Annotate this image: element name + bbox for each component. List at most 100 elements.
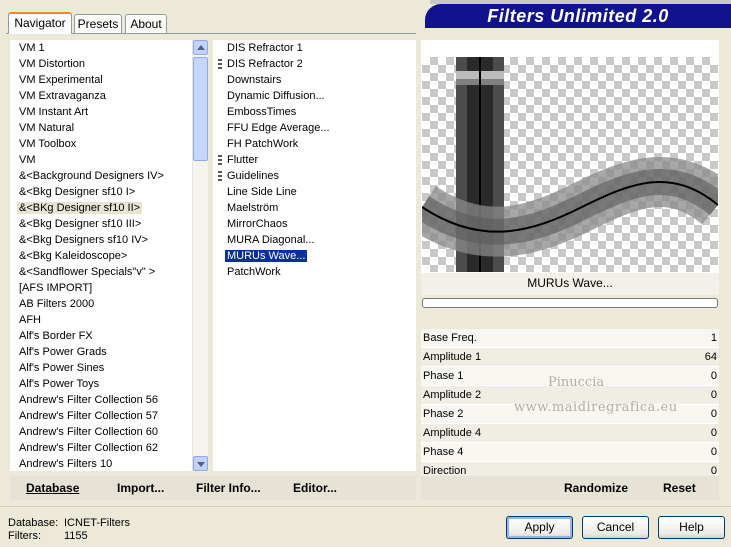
category-label: Alf's Power Toys: [19, 378, 100, 390]
category-item[interactable]: Alf's Power Sines: [17, 360, 166, 376]
category-label: &<Bkg Designer sf10 I>: [19, 186, 136, 198]
parameter-value[interactable]: 0: [711, 424, 717, 442]
category-item[interactable]: Andrew's Filters 10: [17, 456, 166, 472]
category-label: Andrew's Filter Collection 60: [19, 426, 159, 438]
parameter-row[interactable]: Amplitude 1 64: [421, 348, 719, 367]
category-item[interactable]: VM Extravaganza: [17, 88, 166, 104]
filter-label: MURA Diagonal...: [227, 234, 315, 246]
category-item[interactable]: Alf's Border FX: [17, 328, 166, 344]
scroll-up-button[interactable]: [193, 40, 208, 55]
category-item[interactable]: &<Background Designers IV>: [17, 168, 166, 184]
category-item[interactable]: VM Instant Art: [17, 104, 166, 120]
help-button[interactable]: Help: [658, 516, 725, 539]
filter-item[interactable]: MURA Diagonal...: [225, 232, 332, 248]
filter-item[interactable]: DIS Refractor 2: [218, 56, 332, 72]
apply-button[interactable]: Apply: [506, 516, 573, 539]
category-item[interactable]: &<Sandflower Specials"v" >: [17, 264, 166, 280]
category-item[interactable]: VM Experimental: [17, 72, 166, 88]
parameter-value[interactable]: 0: [711, 443, 717, 461]
category-item[interactable]: VM 1: [17, 40, 166, 56]
filter-item[interactable]: FFU Edge Average...: [225, 120, 332, 136]
category-item[interactable]: &<Bkg Designer sf10 I>: [17, 184, 166, 200]
filter-label: Downstairs: [227, 74, 282, 86]
tab-navigator[interactable]: Navigator: [8, 12, 72, 34]
filter-item[interactable]: Dynamic Diffusion...: [225, 88, 332, 104]
filter-label: MirrorChaos: [227, 218, 288, 230]
filters-label: Filters:: [8, 530, 41, 542]
category-item[interactable]: &<Bkg Designers sf10 IV>: [17, 232, 166, 248]
filter-label: Line Side Line: [227, 186, 297, 198]
category-label: VM Natural: [19, 122, 75, 134]
database-label: Database:: [8, 517, 59, 529]
category-item[interactable]: VM Distortion: [17, 56, 166, 72]
parameter-label: Phase 4: [423, 446, 464, 458]
parameter-value[interactable]: 64: [705, 348, 717, 366]
category-label: &<BKg Designer sf10 II>: [17, 202, 143, 214]
filters-count: 1155: [64, 530, 88, 542]
cancel-button[interactable]: Cancel: [582, 516, 649, 539]
filter-item[interactable]: MURUs Wave...: [225, 248, 332, 264]
category-item[interactable]: AB Filters 2000: [17, 296, 166, 312]
category-label: VM Toolbox: [19, 138, 77, 150]
filter-item[interactable]: MirrorChaos: [225, 216, 332, 232]
category-item[interactable]: Andrew's Filter Collection 56: [17, 392, 166, 408]
parameter-value[interactable]: 1: [711, 329, 717, 347]
category-list-panel[interactable]: VM 1 VM Distortion VM Experimental VM Extra…: [10, 40, 208, 471]
parameter-value[interactable]: 0: [711, 386, 717, 404]
category-label: [AFS IMPORT]: [19, 282, 93, 294]
parameter-label: Phase 2: [423, 408, 464, 420]
filter-item[interactable]: FH PatchWork: [225, 136, 332, 152]
category-label: Andrew's Filter Collection 57: [19, 410, 159, 422]
category-item[interactable]: AFH: [17, 312, 166, 328]
scroll-down-button[interactable]: [193, 456, 208, 471]
category-item[interactable]: Andrew's Filter Collection 62: [17, 440, 166, 456]
category-item[interactable]: Andrew's Filter Collection 57: [17, 408, 166, 424]
editor-button[interactable]: Editor...: [293, 481, 337, 495]
preview-wave-graphic: [422, 57, 718, 272]
filter-item[interactable]: EmbossTimes: [225, 104, 332, 120]
category-item[interactable]: &<BKg Designer sf10 II>: [17, 200, 166, 216]
category-item[interactable]: VM Toolbox: [17, 136, 166, 152]
database-button[interactable]: Database: [26, 481, 79, 495]
preview-filter-name: MURUs Wave...: [527, 276, 613, 290]
filter-item[interactable]: Guidelines: [218, 168, 332, 184]
parameter-row[interactable]: Phase 4 0: [421, 443, 719, 462]
category-item[interactable]: &<Bkg Designer sf10 III>: [17, 216, 166, 232]
category-item[interactable]: Alf's Power Toys: [17, 376, 166, 392]
category-label: VM: [19, 154, 36, 166]
category-list[interactable]: VM 1 VM Distortion VM Experimental VM Extra…: [17, 40, 166, 472]
preview-image[interactable]: [422, 57, 718, 272]
banner-title: Filters Unlimited 2.0: [487, 6, 669, 26]
grip-icon: [218, 171, 222, 181]
parameter-value[interactable]: 0: [711, 367, 717, 385]
import-button[interactable]: Import...: [117, 481, 164, 495]
filter-item[interactable]: Downstairs: [225, 72, 332, 88]
category-item[interactable]: VM Natural: [17, 120, 166, 136]
parameter-row[interactable]: Base Freq. 1: [421, 329, 719, 348]
filter-info-button[interactable]: Filter Info...: [196, 481, 261, 495]
filter-item[interactable]: Maelström: [225, 200, 332, 216]
filter-label: MURUs Wave...: [225, 250, 308, 262]
tab-about[interactable]: About: [125, 14, 167, 33]
category-item[interactable]: Andrew's Filter Collection 60: [17, 424, 166, 440]
parameter-value[interactable]: 0: [711, 405, 717, 423]
parameter-row[interactable]: Amplitude 4 0: [421, 424, 719, 443]
scroll-thumb[interactable]: [193, 57, 208, 161]
tab-presets[interactable]: Presets: [74, 14, 122, 33]
randomize-button[interactable]: Randomize: [564, 481, 628, 495]
category-item[interactable]: Alf's Power Grads: [17, 344, 166, 360]
filter-list[interactable]: DIS Refractor 1 DIS Refractor 2 Downstairs…: [218, 40, 332, 280]
filter-item[interactable]: PatchWork: [225, 264, 332, 280]
category-scrollbar[interactable]: [192, 40, 208, 471]
reset-button[interactable]: Reset: [663, 481, 696, 495]
filter-item[interactable]: Line Side Line: [225, 184, 332, 200]
category-item[interactable]: VM: [17, 152, 166, 168]
parameter-label: Phase 1: [423, 370, 464, 382]
filter-item[interactable]: DIS Refractor 1: [225, 40, 332, 56]
category-item[interactable]: [AFS IMPORT]: [17, 280, 166, 296]
category-label: &<Bkg Kaleidoscope>: [19, 250, 128, 262]
filter-list-panel[interactable]: DIS Refractor 1 DIS Refractor 2 Downstairs…: [213, 40, 416, 471]
category-item[interactable]: &<Bkg Kaleidoscope>: [17, 248, 166, 264]
filter-item[interactable]: Flutter: [218, 152, 332, 168]
category-label: &<Background Designers IV>: [19, 170, 164, 182]
